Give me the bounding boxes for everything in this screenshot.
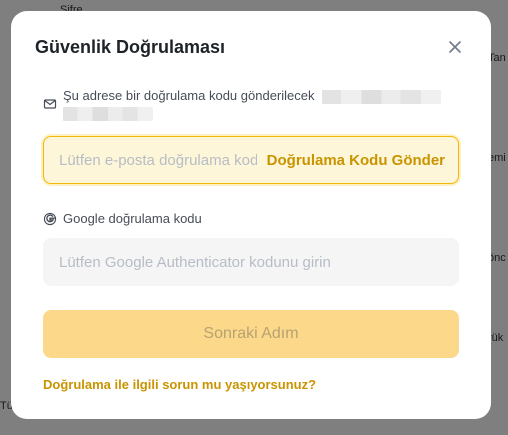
email-code-field[interactable]: Doğrulama Kodu Gönder bbox=[43, 136, 459, 184]
email-notice-text: Şu adrese bir doğrulama kodu gönderilece… bbox=[63, 88, 315, 103]
email-code-input[interactable] bbox=[44, 150, 259, 170]
email-notice-row: Şu adrese bir doğrulama kodu gönderilece… bbox=[43, 87, 459, 121]
send-code-button[interactable]: Doğrulama Kodu Gönder bbox=[259, 152, 458, 169]
google-code-input[interactable] bbox=[43, 252, 459, 272]
close-icon bbox=[449, 41, 461, 53]
email-notice: Şu adrese bir doğrulama kodu gönderilece… bbox=[63, 87, 442, 121]
modal-title: Güvenlik Doğrulaması bbox=[35, 37, 226, 57]
masked-email bbox=[322, 89, 442, 104]
google-code-field[interactable] bbox=[43, 238, 459, 286]
close-button[interactable] bbox=[443, 35, 467, 59]
google-icon bbox=[43, 212, 57, 225]
verification-help-link[interactable]: Doğrulama ile ilgili sorun mu yaşıyorsun… bbox=[43, 377, 316, 392]
security-verification-modal: Güvenlik Doğrulaması Şu adrese bir doğru… bbox=[11, 11, 491, 419]
google-code-label: Google doğrulama kodu bbox=[63, 211, 202, 226]
next-step-button[interactable]: Sonraki Adım bbox=[43, 310, 459, 358]
masked-email bbox=[63, 106, 153, 121]
google-label-row: Google doğrulama kodu bbox=[43, 211, 202, 226]
mail-icon bbox=[43, 99, 57, 109]
